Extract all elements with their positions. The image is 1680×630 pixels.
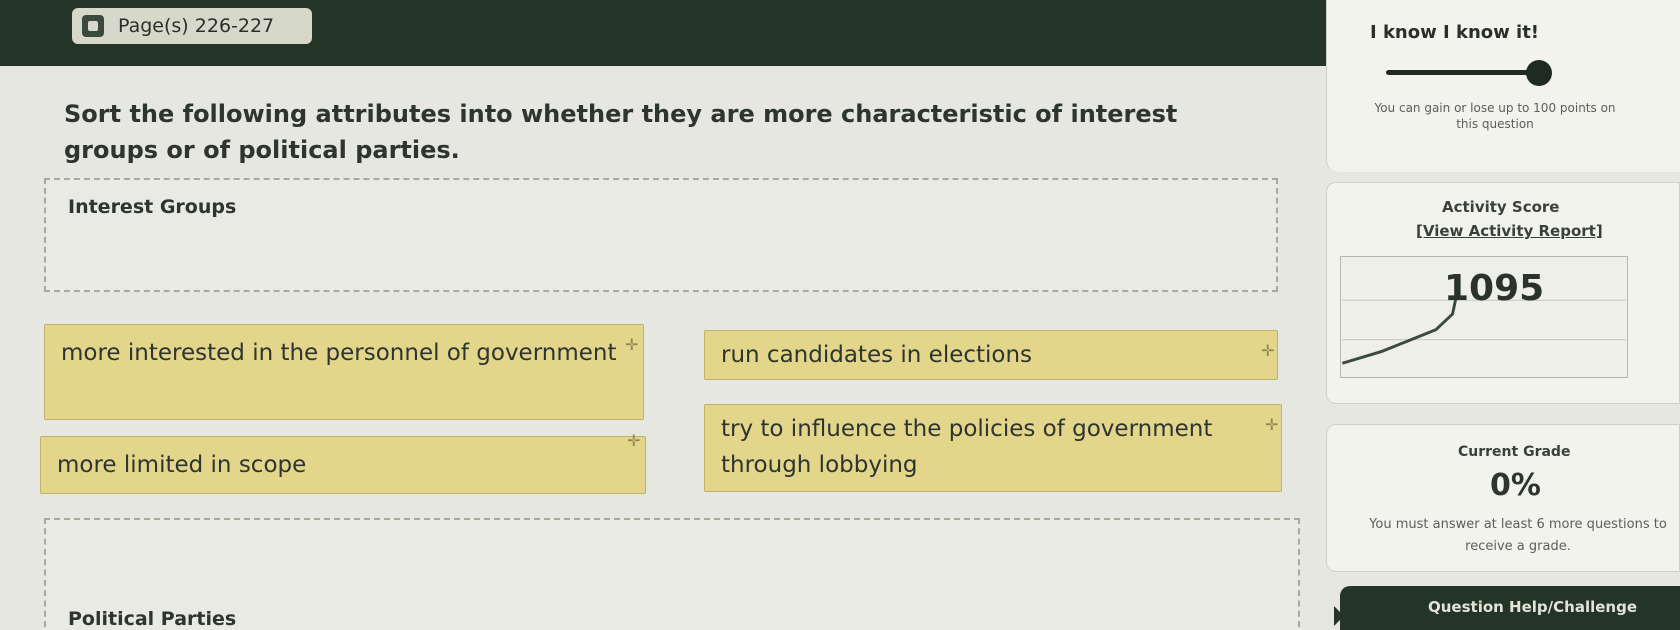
answer-card-text: try to influence the policies of governm… bbox=[721, 416, 1213, 478]
confidence-slider-track[interactable] bbox=[1386, 70, 1541, 75]
activity-score-title: Activity Score bbox=[1442, 198, 1560, 216]
confidence-slider-handle[interactable] bbox=[1526, 60, 1552, 86]
current-grade-value: 0% bbox=[1490, 468, 1541, 503]
score-trend-line bbox=[1341, 286, 1460, 365]
drag-handle-icon: ✛ bbox=[625, 335, 639, 354]
question-prompt: Sort the following attributes into wheth… bbox=[64, 100, 1178, 164]
activity-score-value: 1095 bbox=[1444, 268, 1545, 309]
mastery-title: I know I know it! bbox=[1370, 22, 1540, 43]
points-note: You can gain or lose up to 100 points on… bbox=[1374, 101, 1616, 131]
page-reference-button[interactable]: Page(s) 226-227 bbox=[72, 8, 312, 44]
answer-card-text: more interested in the personnel of gove… bbox=[61, 340, 617, 366]
current-grade-title: Current Grade bbox=[1458, 444, 1571, 460]
answer-card-text: more limited in scope bbox=[57, 452, 307, 478]
page-reference-label: Page(s) 226-227 bbox=[118, 15, 275, 37]
interest-groups-drop-zone[interactable]: Interest Groups bbox=[44, 178, 1278, 292]
answer-card[interactable]: ✛ more limited in scope bbox=[40, 431, 646, 494]
drag-handle-icon: ✛ bbox=[1265, 415, 1279, 434]
political-parties-label: Political Parties bbox=[68, 608, 237, 630]
question-help-label: Question Help/Challenge bbox=[1428, 598, 1637, 616]
drag-handle-icon: ✛ bbox=[627, 431, 641, 450]
answer-card[interactable]: ✛ try to influence the policies of gover… bbox=[704, 404, 1282, 492]
political-parties-drop-zone[interactable]: Political Parties bbox=[44, 518, 1300, 630]
header-blurred-text bbox=[340, 22, 1040, 40]
answer-card[interactable]: ✛ run candidates in elections bbox=[704, 330, 1278, 380]
drag-handle-icon: ✛ bbox=[1261, 341, 1275, 360]
answer-card-text: run candidates in elections bbox=[721, 342, 1033, 368]
grade-requirement-note: You must answer at least 6 more question… bbox=[1369, 517, 1667, 554]
answer-card[interactable]: ✛ more interested in the personnel of go… bbox=[44, 324, 644, 420]
view-activity-report-link[interactable]: [View Activity Report] bbox=[1416, 222, 1603, 240]
book-icon bbox=[82, 15, 104, 37]
interest-groups-label: Interest Groups bbox=[68, 196, 237, 218]
